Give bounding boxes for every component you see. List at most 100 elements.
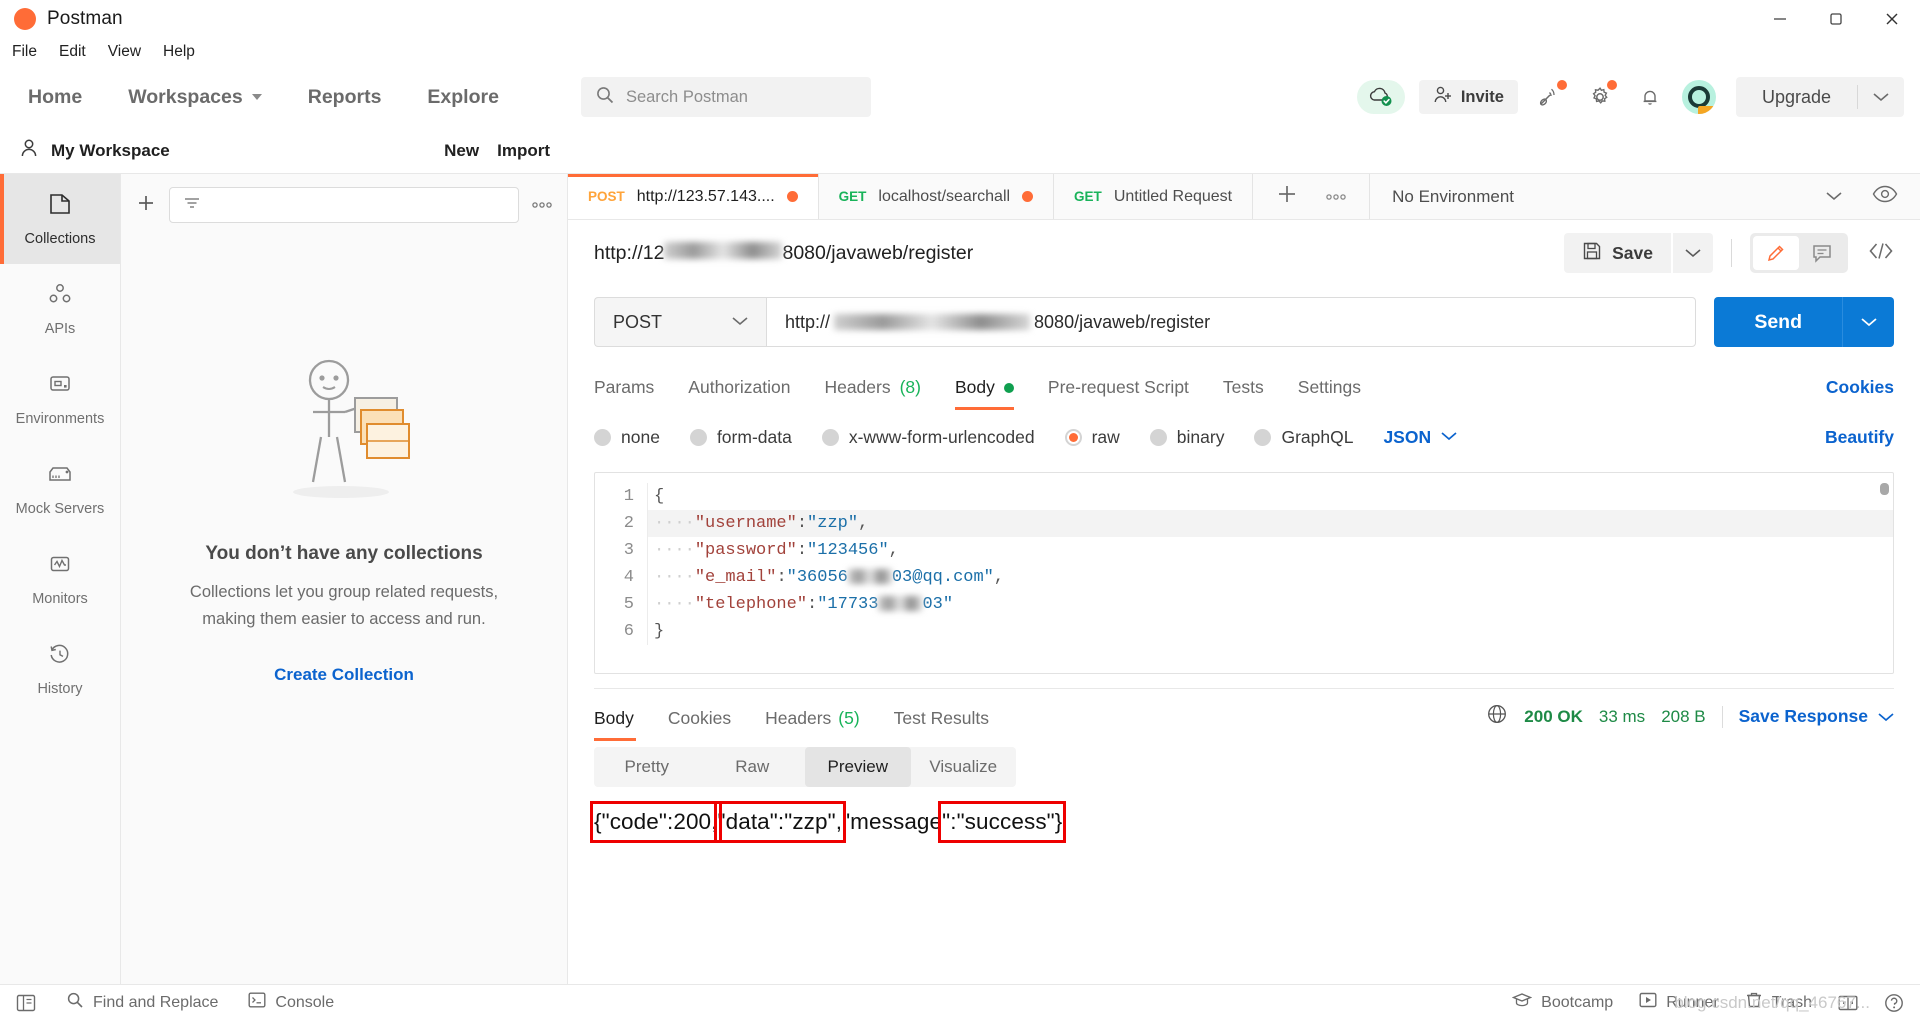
send-dropdown-chevron-down-icon[interactable] bbox=[1842, 297, 1894, 347]
pencil-icon[interactable] bbox=[1753, 236, 1799, 270]
request-tab-method: GET bbox=[1074, 189, 1102, 204]
cloud-sync-check-icon[interactable] bbox=[1356, 80, 1405, 114]
runner-button[interactable]: Runner bbox=[1639, 992, 1719, 1013]
search-input[interactable]: Search Postman bbox=[580, 77, 871, 117]
two-pane-icon[interactable] bbox=[1838, 995, 1858, 1011]
filter-input[interactable] bbox=[169, 187, 519, 223]
create-collection-link[interactable]: Create Collection bbox=[274, 665, 414, 685]
save-button[interactable]: Save bbox=[1564, 233, 1671, 273]
sidebar-item-environments[interactable]: Environments bbox=[0, 354, 120, 444]
bootcamp-button[interactable]: Bootcamp bbox=[1511, 992, 1613, 1013]
menu-bar: File Edit View Help bbox=[0, 38, 1920, 66]
eye-icon[interactable] bbox=[1872, 185, 1898, 208]
response-tab-body[interactable]: Body bbox=[594, 708, 651, 741]
menu-item-edit[interactable]: Edit bbox=[59, 43, 86, 61]
maximize-icon[interactable] bbox=[1808, 0, 1864, 38]
close-icon[interactable] bbox=[1864, 0, 1920, 38]
method-select[interactable]: POST bbox=[594, 297, 766, 347]
radio-none[interactable]: none bbox=[594, 427, 660, 448]
tab-label: Tests bbox=[1222, 377, 1264, 397]
tab-params[interactable]: Params bbox=[594, 377, 671, 410]
gear-icon[interactable] bbox=[1582, 79, 1618, 115]
cookies-link[interactable]: Cookies bbox=[1826, 377, 1894, 410]
tab-label: Body bbox=[594, 708, 634, 728]
comment-icon[interactable] bbox=[1799, 236, 1845, 270]
sidebar-item-monitors[interactable]: Monitors bbox=[0, 534, 120, 624]
nav-reports[interactable]: Reports bbox=[308, 86, 382, 109]
page-title[interactable]: http://12 8080/javaweb/register bbox=[594, 241, 973, 265]
sidebar-item-collections[interactable]: Collections bbox=[0, 174, 120, 264]
request-tab-1[interactable]: GET localhost/searchall bbox=[818, 174, 1055, 219]
tab-headers[interactable]: Headers (8) bbox=[807, 377, 938, 410]
save-response-button[interactable]: Save Response bbox=[1739, 706, 1894, 727]
satellite-icon[interactable] bbox=[1532, 79, 1568, 115]
beautify-button[interactable]: Beautify bbox=[1825, 427, 1894, 448]
nav-home[interactable]: Home bbox=[28, 86, 82, 109]
radio-x-www-form-urlencoded[interactable]: x-www-form-urlencoded bbox=[821, 427, 1035, 448]
body-format-select[interactable]: JSON bbox=[1383, 427, 1457, 448]
response-tab-headers[interactable]: Headers (5) bbox=[748, 708, 877, 741]
radio-binary[interactable]: binary bbox=[1149, 427, 1224, 448]
radio-form-data[interactable]: form-data bbox=[689, 427, 792, 448]
view-tab-preview[interactable]: Preview bbox=[805, 747, 911, 787]
sidebar-item-history[interactable]: History bbox=[0, 624, 120, 714]
radio-raw[interactable]: raw bbox=[1064, 427, 1120, 448]
avatar[interactable] bbox=[1681, 80, 1716, 114]
globe-icon bbox=[1486, 703, 1508, 730]
nav-workspaces[interactable]: Workspaces bbox=[128, 86, 262, 109]
upgrade-button[interactable]: Upgrade bbox=[1735, 77, 1904, 117]
send-button[interactable]: Send bbox=[1714, 297, 1842, 347]
import-button[interactable]: Import bbox=[497, 141, 550, 161]
environment-selector[interactable]: No Environment bbox=[1370, 174, 1920, 219]
sidebar-item-apis[interactable]: APIs bbox=[0, 264, 120, 354]
view-tab-pretty[interactable]: Pretty bbox=[594, 747, 700, 787]
plus-icon[interactable] bbox=[135, 192, 157, 219]
body-code-editor[interactable]: 1 2 3 4 5 6 {····"username":"zzp", ····"p… bbox=[594, 472, 1894, 674]
workspace-identity[interactable]: My Workspace New Import bbox=[0, 137, 568, 164]
find-and-replace-button[interactable]: Find and Replace bbox=[66, 991, 218, 1014]
view-tab-visualize[interactable]: Visualize bbox=[911, 747, 1017, 787]
tab-pre-request-script[interactable]: Pre-request Script bbox=[1031, 377, 1206, 410]
tab-settings[interactable]: Settings bbox=[1281, 377, 1378, 410]
sidebar-item-mock-servers[interactable]: Mock Servers bbox=[0, 444, 120, 534]
editor-scrollbar[interactable] bbox=[1880, 483, 1889, 495]
request-tab-0[interactable]: POST http://123.57.143.... bbox=[568, 174, 819, 219]
nav-explore[interactable]: Explore bbox=[427, 86, 499, 109]
editor-content[interactable]: {····"username":"zzp", ····"password":"12… bbox=[647, 473, 1893, 673]
tab-more-horizontal-icon[interactable] bbox=[1325, 188, 1347, 206]
nav-home-label: Home bbox=[28, 85, 83, 108]
chevron-down-icon[interactable] bbox=[1858, 92, 1904, 102]
chevron-down-icon[interactable] bbox=[1826, 188, 1842, 206]
menu-item-view[interactable]: View bbox=[108, 43, 141, 61]
tab-authorization[interactable]: Authorization bbox=[671, 377, 807, 410]
redacted-value bbox=[878, 596, 923, 612]
sidebar-item-label: APIs bbox=[44, 321, 76, 337]
console-button[interactable]: Console bbox=[248, 992, 334, 1013]
url-input[interactable]: http:// 8080/javaweb/register bbox=[766, 297, 1697, 347]
trash-button[interactable]: Trash bbox=[1745, 991, 1812, 1014]
help-circle-icon[interactable] bbox=[1884, 993, 1904, 1013]
invite-button[interactable]: Invite bbox=[1418, 80, 1518, 114]
menu-item-file[interactable]: File bbox=[12, 43, 37, 61]
line-number: 6 bbox=[623, 622, 634, 641]
tab-body[interactable]: Body bbox=[938, 377, 1031, 410]
save-dropdown-chevron-down-icon[interactable] bbox=[1673, 233, 1713, 273]
bell-icon[interactable] bbox=[1632, 79, 1668, 115]
request-tab-2[interactable]: GET Untitled Request bbox=[1054, 174, 1254, 219]
code-brackets-icon[interactable] bbox=[1868, 241, 1894, 266]
menu-item-help[interactable]: Help bbox=[163, 43, 195, 61]
unsaved-indicator bbox=[786, 191, 798, 202]
response-tab-test-results[interactable]: Test Results bbox=[877, 708, 1006, 741]
sidebar-toggle-icon[interactable] bbox=[16, 994, 36, 1012]
code-token: "17733 bbox=[817, 595, 879, 614]
radio-dot bbox=[821, 428, 839, 446]
new-tab-plus-icon[interactable] bbox=[1275, 182, 1299, 211]
tab-tests[interactable]: Tests bbox=[1206, 377, 1281, 410]
url-prefix: http:// bbox=[785, 311, 831, 332]
minimize-icon[interactable] bbox=[1752, 0, 1808, 38]
view-tab-raw[interactable]: Raw bbox=[700, 747, 806, 787]
new-button[interactable]: New bbox=[444, 141, 479, 161]
response-tab-cookies[interactable]: Cookies bbox=[651, 708, 748, 741]
radio-graphql[interactable]: GraphQL bbox=[1254, 427, 1353, 448]
more-horizontal-icon[interactable] bbox=[531, 196, 553, 214]
